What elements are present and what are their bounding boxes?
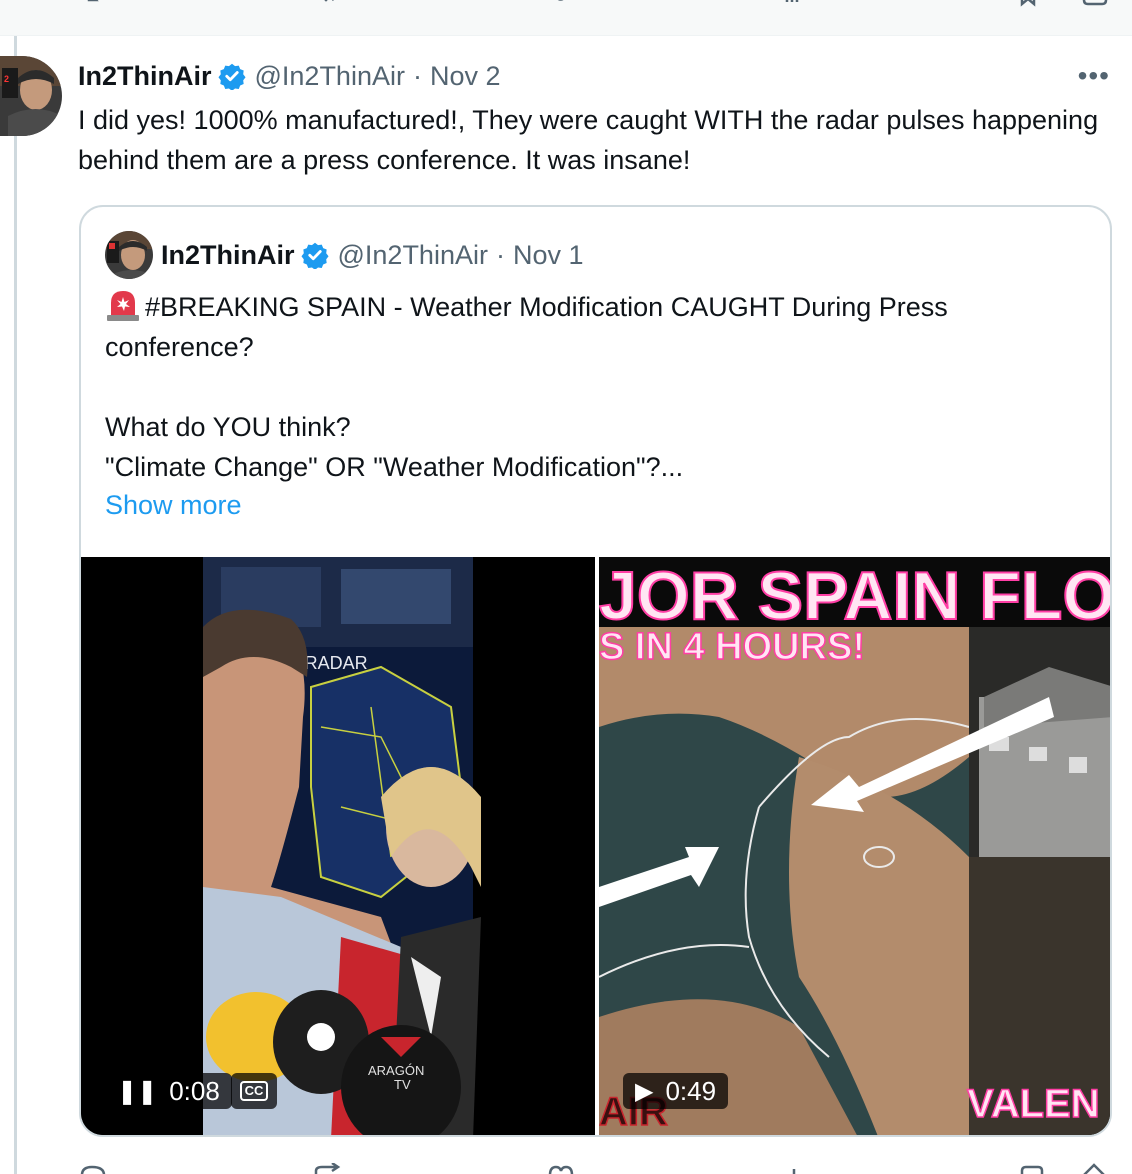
- tweet-text: I did yes! 1000% manufactured!, They wer…: [78, 105, 1099, 175]
- views-icon[interactable]: [780, 1163, 810, 1174]
- video-time-pill[interactable]: ❚❚ 0:08: [105, 1073, 232, 1109]
- author-avatar[interactable]: 2: [0, 56, 62, 136]
- video-time: 0:49: [665, 1075, 717, 1106]
- quoted-text-line: What do YOU think?: [105, 412, 351, 442]
- pause-icon[interactable]: ❚❚: [117, 1077, 157, 1106]
- quoted-author-handle[interactable]: @In2ThinAir: [338, 240, 488, 271]
- quoted-text-line: "Climate Change" OR "Weather Modificatio…: [105, 452, 684, 482]
- show-more-link[interactable]: Show more: [105, 487, 242, 523]
- breaking-text: #BREAKING SPAIN - Weather Modification C…: [105, 292, 948, 362]
- reply-header: In2ThinAir @In2ThinAir · Nov 2: [78, 58, 501, 94]
- date-separator: ·: [495, 239, 505, 270]
- author-name[interactable]: In2ThinAir: [78, 61, 212, 92]
- closed-captions-icon[interactable]: CC: [231, 1073, 277, 1109]
- neon-subtitle-text: S IN 4 HOURS!: [599, 626, 865, 668]
- quoted-header: In2ThinAir @In2ThinAir · Nov 1: [161, 235, 584, 275]
- closed-captions-label: CC: [239, 1081, 269, 1101]
- like-icon[interactable]: [552, 0, 578, 8]
- tweet-date[interactable]: Nov 2: [430, 61, 501, 92]
- video-frame-satellite: JOR SPAIN FLO S IN 4 HOURS! VALEN AIR: [599, 557, 1112, 1135]
- more-icon[interactable]: •••: [1078, 60, 1110, 92]
- share-icon[interactable]: [1082, 0, 1108, 8]
- reply-icon[interactable]: [86, 0, 112, 8]
- views-icon[interactable]: [784, 0, 810, 8]
- like-icon[interactable]: [546, 1163, 576, 1174]
- mic-label-text: TV: [394, 1077, 411, 1092]
- video-player-satellite[interactable]: JOR SPAIN FLO S IN 4 HOURS! VALEN AIR ▶ …: [599, 557, 1112, 1135]
- quoted-tweet-card[interactable]: In2ThinAir @In2ThinAir · Nov 1 #BREAKING…: [79, 205, 1112, 1137]
- quoted-tweet-date[interactable]: Nov 1: [513, 240, 584, 271]
- quoted-text-line: #BREAKING SPAIN - Weather Modification C…: [105, 287, 1085, 367]
- previous-tweet-action-bar: [0, 0, 1132, 36]
- video-time: 0:08: [169, 1075, 220, 1106]
- video-player-press-conference[interactable]: T RADAR ARAGÓN TV ❚❚ 0:08 CC: [81, 557, 595, 1135]
- author-handle[interactable]: @In2ThinAir: [255, 61, 405, 92]
- bookmark-icon[interactable]: [1020, 0, 1046, 8]
- bookmark-icon[interactable]: [1018, 1163, 1048, 1174]
- play-icon[interactable]: ▶: [635, 1077, 653, 1106]
- media-grid: T RADAR ARAGÓN TV ❚❚ 0:08 CC JOR SPAIN F…: [81, 557, 1112, 1135]
- video-frame-press-conference: T RADAR ARAGÓN TV: [81, 557, 595, 1135]
- quoted-author-name[interactable]: In2ThinAir: [161, 240, 295, 271]
- svg-text:2: 2: [4, 74, 9, 84]
- retweet-icon[interactable]: [312, 1163, 342, 1174]
- video-time-pill[interactable]: ▶ 0:49: [623, 1073, 729, 1109]
- quoted-author-avatar[interactable]: [105, 231, 153, 279]
- verified-badge-icon: [217, 63, 246, 90]
- mic-label-text: ARAGÓN: [368, 1063, 424, 1078]
- share-icon[interactable]: [1080, 1163, 1110, 1174]
- neon-title-text: JOR SPAIN FLO: [599, 558, 1112, 634]
- thread-connector-line: [14, 36, 17, 1174]
- siren-emoji-icon: [107, 291, 139, 321]
- neon-location-text: VALEN: [967, 1082, 1100, 1126]
- date-separator: ·: [412, 60, 422, 91]
- verified-badge-icon: [300, 242, 329, 269]
- retweet-icon[interactable]: [318, 0, 344, 8]
- quoted-tweet-text: #BREAKING SPAIN - Weather Modification C…: [105, 287, 1085, 487]
- reply-icon[interactable]: [78, 1163, 108, 1174]
